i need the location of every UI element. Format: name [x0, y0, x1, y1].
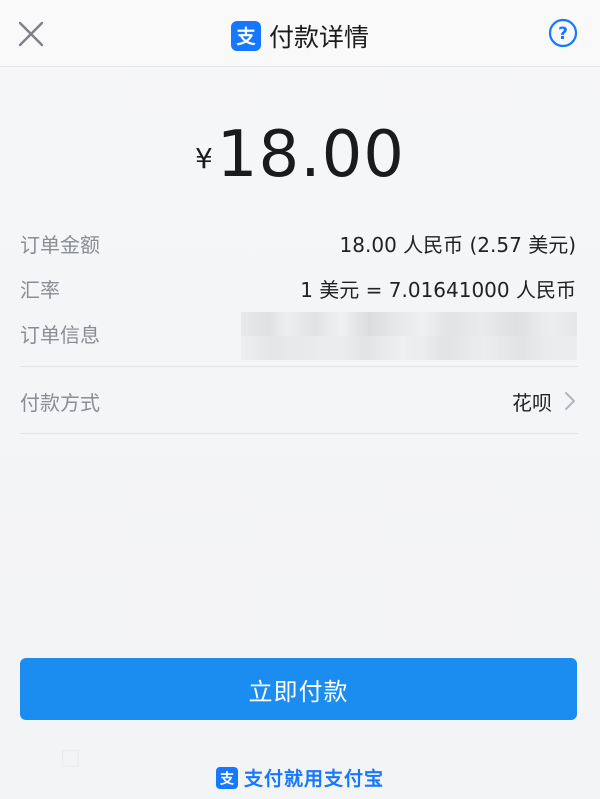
footer-brand: 支 支付就用支付宝	[0, 764, 600, 791]
divider-bottom	[20, 433, 578, 434]
payment-amount: ¥18.00	[0, 118, 600, 192]
order-amount-label: 订单金额	[20, 232, 100, 257]
alipay-footer-logo-icon: 支	[215, 766, 238, 789]
alipay-logo-icon: 支	[230, 21, 261, 51]
exchange-rate-row: 汇率 1 美元 = 7.01641000 人民币	[20, 268, 576, 308]
divider-top	[20, 366, 578, 367]
exchange-rate-label: 汇率	[20, 277, 60, 302]
header-title-group: 支 付款详情	[0, 18, 600, 54]
order-amount-row: 订单金额 18.00 人民币 (2.57 美元)	[20, 223, 576, 263]
currency-symbol: ¥	[194, 142, 213, 175]
order-info-label: 订单信息	[20, 322, 100, 347]
page-title: 付款详情	[268, 23, 369, 52]
payment-method-value: 花呗	[512, 390, 552, 415]
exchange-rate-value: 1 美元 = 7.01641000 人民币	[300, 277, 576, 302]
pay-now-button[interactable]: 立即付款	[20, 658, 577, 720]
order-amount-value: 18.00 人民币 (2.57 美元)	[339, 232, 576, 257]
payment-method-label: 付款方式	[20, 390, 100, 415]
chevron-right-icon	[565, 392, 575, 410]
svg-text:支: 支	[219, 770, 235, 786]
payment-detail-sheet: □ 支 付款详情 ? ¥18.00 订单金额 18.00 人民币 (2.57 美…	[0, 0, 600, 799]
order-info-redacted	[241, 312, 577, 360]
payment-method-row[interactable]: 付款方式 花呗	[20, 379, 576, 423]
amount-value: 18.00	[216, 118, 406, 192]
footer-slogan: 支付就用支付宝	[243, 768, 384, 790]
svg-text:?: ?	[558, 24, 568, 44]
payment-method-selector: 花呗	[512, 387, 576, 416]
header-bar: 支 付款详情 ?	[0, 0, 600, 67]
help-icon: ?	[548, 18, 578, 48]
svg-text:支: 支	[235, 26, 256, 47]
help-button[interactable]: ?	[548, 18, 578, 48]
